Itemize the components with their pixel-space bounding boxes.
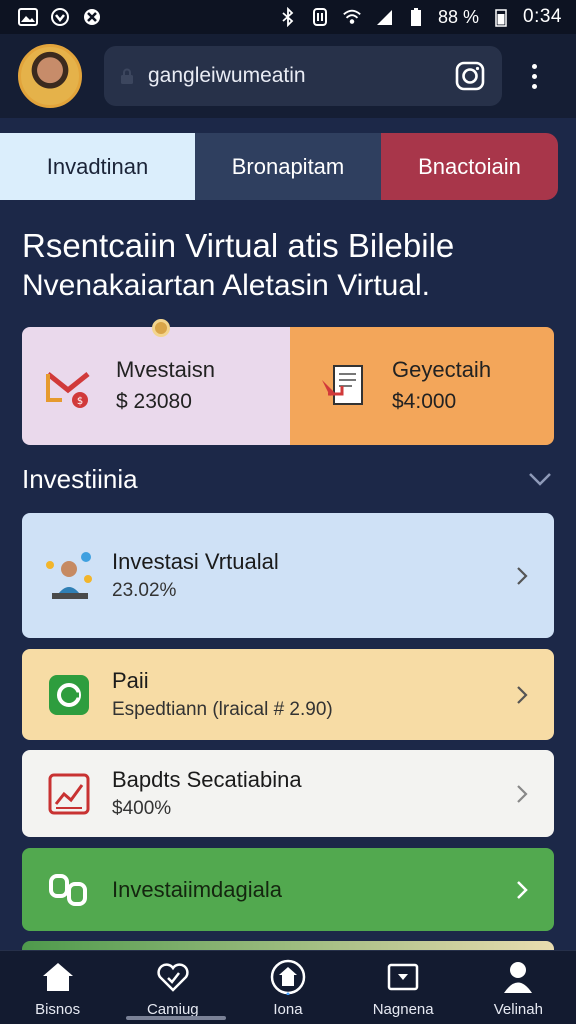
list-item-subtitle: $400% (112, 797, 172, 819)
house-circle-icon (270, 959, 306, 995)
summary-expense[interactable]: Geyectaih $4:000 (290, 327, 554, 445)
status-icons-left (18, 7, 102, 27)
nav-label: Velinah (493, 1001, 543, 1018)
heart-icon (155, 959, 191, 995)
investor-icon (42, 549, 96, 603)
tab-invadtinan[interactable]: Invadtinan (0, 133, 195, 200)
bluetooth-icon (278, 7, 298, 27)
list-item-subtitle: 23.02% (112, 579, 177, 601)
url-text[interactable]: gangleiwumeatin (148, 64, 454, 88)
summary-left-label: Mvestaisn (116, 357, 216, 382)
battery-level-icon (491, 7, 511, 27)
svg-text:$: $ (77, 396, 83, 407)
person-icon (500, 959, 536, 995)
summary-investment[interactable]: $ Mvestaisn $ 23080 (22, 327, 290, 445)
summary-right-label: Geyectaih (392, 357, 492, 382)
nav-label: Iona (273, 1001, 303, 1018)
chevron-right-icon (517, 566, 528, 585)
status-bar: 88 % 0:34 (0, 0, 576, 34)
home-icon (40, 959, 76, 995)
nav-item-nagnena[interactable]: Nagnena (353, 959, 453, 1018)
nav-item-iona[interactable]: Iona (238, 959, 338, 1018)
page-headline: Rsentcaiin Virtual atis Bilebile Nvenaka… (22, 226, 562, 306)
tab-bnactoiain[interactable]: Bnactoiain (381, 133, 558, 200)
summary-left-value: $ 23080 (116, 390, 192, 413)
bottom-nav: Bisnos Camiug Iona Nagnena Velinah (0, 950, 576, 1024)
list-item-subtitle: Espedtiann (lraical # 2.90) (112, 698, 333, 720)
section-title: Investiinia (22, 464, 138, 494)
list-item-title: Investaiimdagiala (112, 876, 282, 902)
page-title: Rsentcaiin Virtual atis Bilebile (22, 227, 455, 264)
clock: 0:34 (523, 6, 562, 27)
nav-label: Bisnos (35, 1001, 81, 1018)
nav-item-velinah[interactable]: Velinah (468, 959, 568, 1018)
link-icon (42, 863, 96, 917)
battery-icon (406, 7, 426, 27)
chevron-right-icon (517, 685, 528, 704)
signal-icon (374, 7, 394, 27)
nfc-icon (310, 7, 330, 27)
wifi-icon (342, 7, 362, 27)
home-indicator[interactable] (126, 1016, 226, 1020)
chevron-right-icon (517, 784, 528, 803)
nav-label: Nagnena (372, 1001, 434, 1018)
tab-bar: Invadtinan Bronapitam Bnactoiain (0, 133, 558, 200)
summary-right-value: $4:000 (392, 390, 457, 413)
summary-card[interactable]: $ Mvestaisn $ 23080 Geyectaih $4:000 (22, 327, 554, 445)
nav-item-bisnos[interactable]: Bisnos (8, 959, 108, 1018)
list-item-paii[interactable]: Paii Espedtiann (lraical # 2.90) (22, 649, 554, 740)
app-icon (82, 7, 102, 27)
gallery-icon (18, 7, 38, 27)
list-item-investaiim[interactable]: Investaiimdagiala (22, 848, 554, 931)
chevron-down-icon[interactable] (527, 470, 553, 488)
green-app-icon (42, 668, 96, 722)
list-item-bapdts[interactable]: Bapdts Secatiabina $400% (22, 750, 554, 837)
list-item-investasi[interactable]: Investasi Vrtualal 23.02% (22, 513, 554, 638)
app-bar: gangleiwumeatin (0, 34, 576, 118)
nav-item-camiug[interactable]: Camiug (123, 959, 223, 1018)
url-bar[interactable]: gangleiwumeatin (104, 46, 502, 106)
battery-percent: 88 % (437, 6, 480, 27)
vpn-icon (50, 7, 70, 27)
chevron-right-icon (517, 880, 528, 899)
mail-chart-icon: $ (46, 372, 90, 408)
more-vert-icon[interactable] (522, 58, 546, 94)
camera-icon[interactable] (454, 60, 486, 92)
inbox-icon (385, 959, 421, 995)
avatar[interactable] (18, 44, 82, 108)
list-item-title: Paii (112, 667, 149, 693)
lock-icon (121, 68, 133, 84)
page-subtitle: Nvenakaiartan Aletasin Virtual. (22, 269, 431, 302)
list-item-title: Bapdts Secatiabina (112, 766, 302, 792)
chart-icon (42, 767, 96, 821)
list-item-title: Investasi Vrtualal (112, 548, 279, 574)
document-icon (322, 365, 363, 405)
tab-bronapitam[interactable]: Bronapitam (195, 133, 381, 200)
status-icons-right: 88 % 0:34 (278, 6, 562, 28)
pin-icon (152, 319, 170, 337)
